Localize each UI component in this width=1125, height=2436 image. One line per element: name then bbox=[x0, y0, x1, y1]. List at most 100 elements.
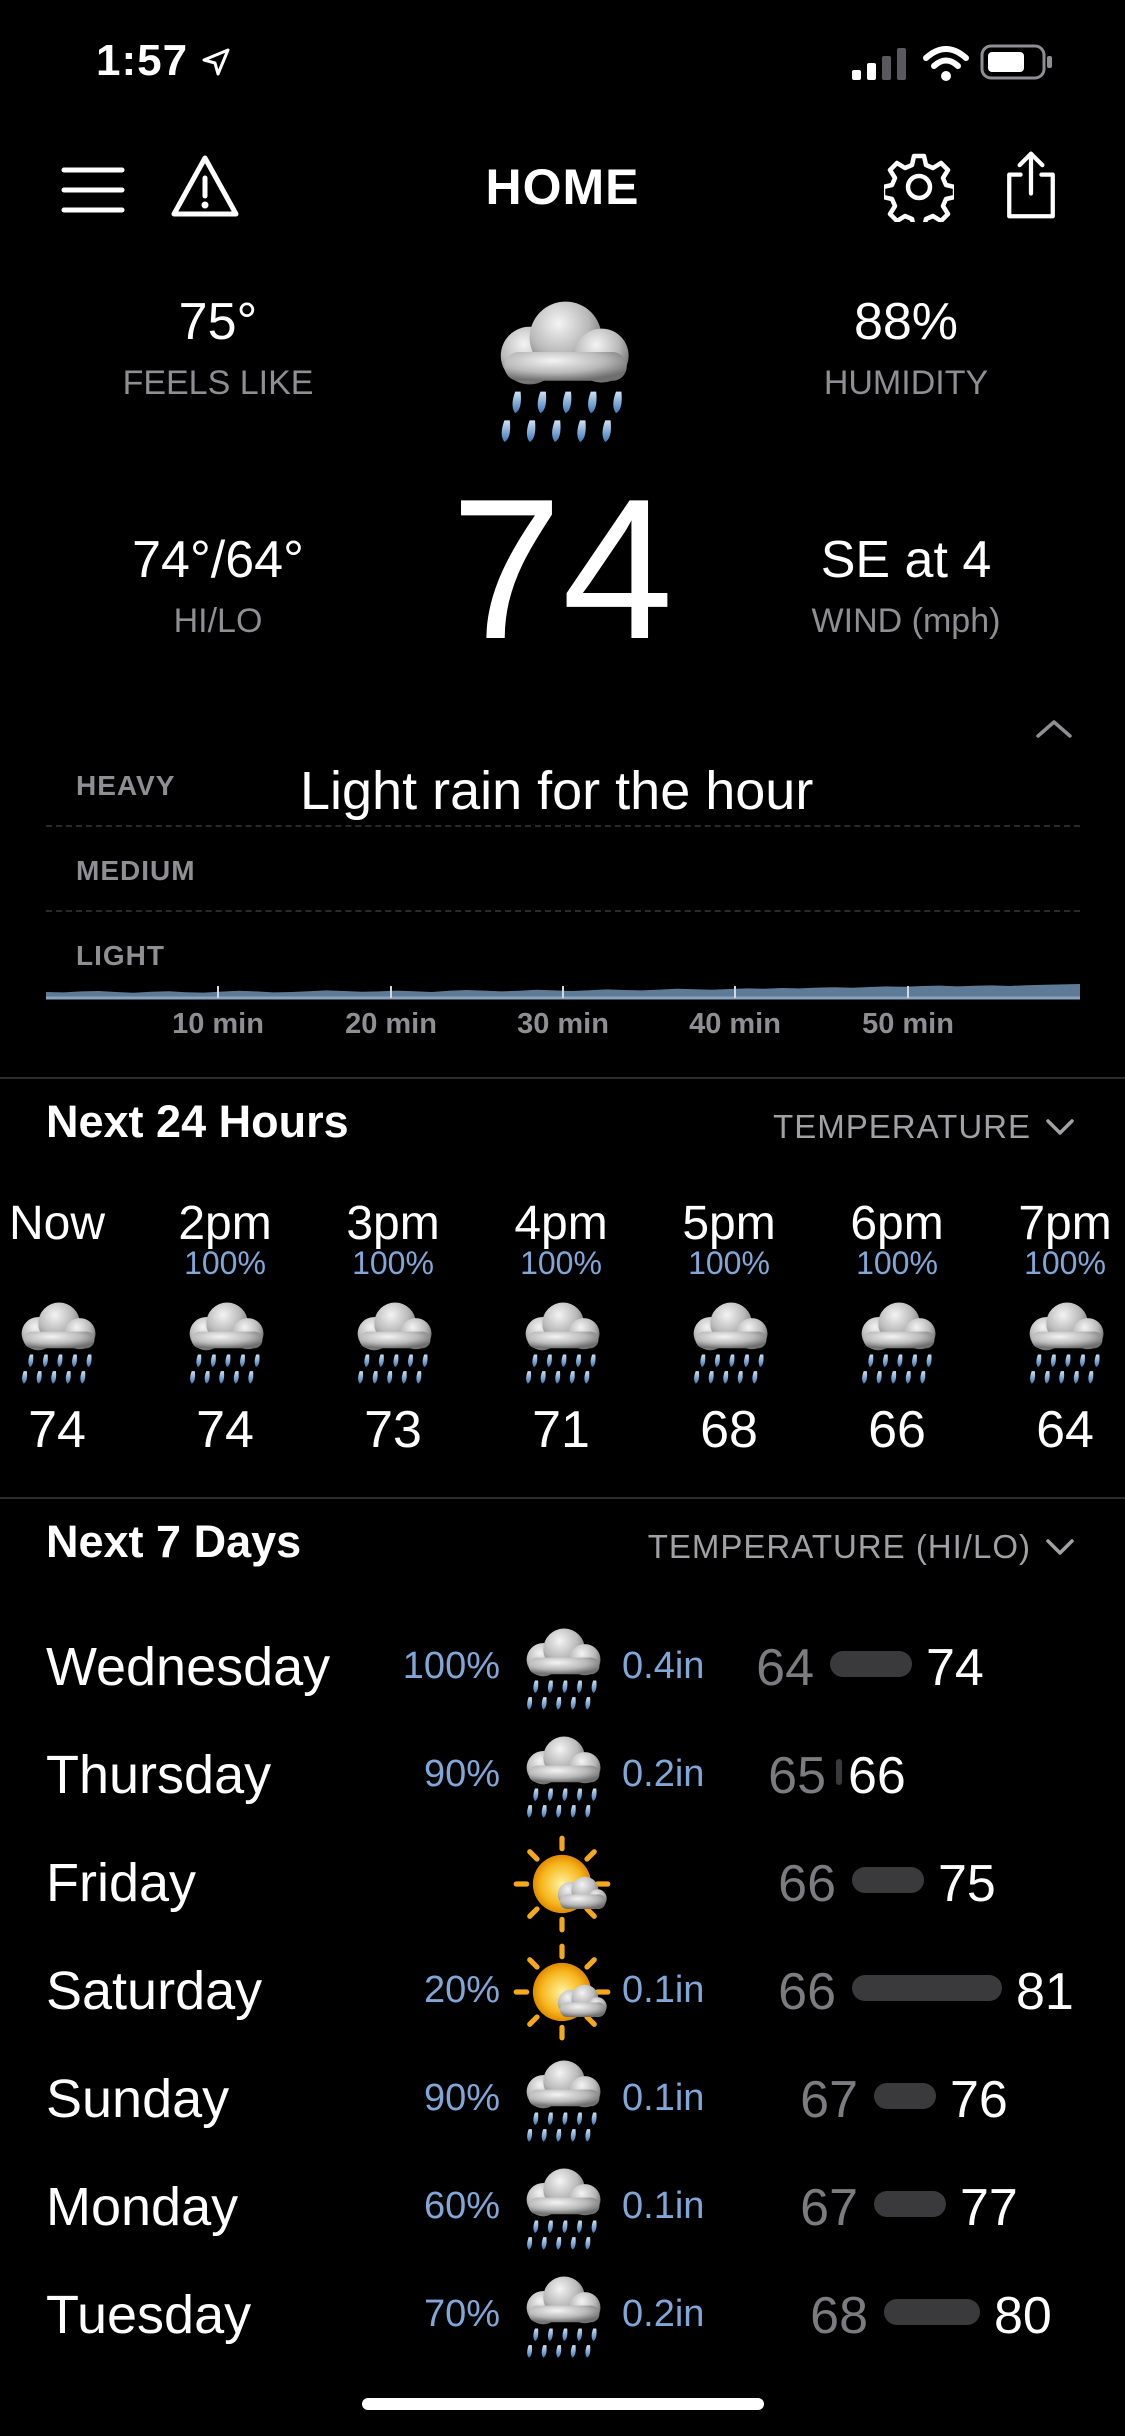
temp-range-bar bbox=[874, 2191, 946, 2217]
battery-icon bbox=[980, 44, 1052, 80]
hourly-item: 6pm 100% 66 bbox=[813, 1196, 981, 1460]
rain-cloud-icon bbox=[5, 1290, 109, 1394]
day-low: 65 bbox=[768, 1747, 826, 1805]
hour-time: 7pm bbox=[1018, 1197, 1112, 1250]
day-high: 76 bbox=[950, 2071, 1008, 2129]
temp-range-bar bbox=[830, 1651, 912, 1677]
share-icon[interactable] bbox=[996, 150, 1066, 220]
rain-cloud-icon bbox=[173, 1290, 277, 1394]
hour-precip-chance: 100% bbox=[1024, 1245, 1106, 1281]
home-indicator[interactable] bbox=[362, 2398, 764, 2410]
rain-cloud-icon bbox=[510, 2048, 614, 2152]
hour-temp: 71 bbox=[532, 1401, 590, 1459]
day-precip-amount: 0.2in bbox=[622, 2293, 705, 2335]
gear-icon[interactable] bbox=[884, 152, 954, 222]
day-name: Tuesday bbox=[46, 2285, 252, 2345]
rain-cloud-icon bbox=[509, 1290, 613, 1394]
hour-time: 6pm bbox=[850, 1197, 944, 1250]
rain-cloud-icon bbox=[452, 280, 672, 460]
humidity-value: 88% bbox=[853, 293, 959, 351]
chevron-down-icon bbox=[1046, 1539, 1074, 1555]
heavy-gridline bbox=[46, 825, 1080, 827]
temp-range-bar bbox=[852, 1867, 924, 1893]
hourly-item: Now 74 bbox=[0, 1196, 141, 1460]
day-precip-chance: 100% bbox=[402, 1645, 500, 1687]
daily-selector[interactable]: TEMPERATURE (HI/LO) bbox=[648, 1528, 1075, 1566]
rain-cloud-icon bbox=[341, 1290, 445, 1394]
day-low: 66 bbox=[778, 1855, 836, 1913]
temp-range-bar bbox=[852, 1975, 1002, 2001]
hourly-item: 5pm 100% 68 bbox=[645, 1196, 813, 1460]
tick-20-min: 20 min bbox=[345, 1008, 437, 1040]
partly-sunny-icon bbox=[510, 1940, 614, 2044]
day-low: 66 bbox=[778, 1963, 836, 2021]
rain-cloud-icon bbox=[845, 1290, 949, 1394]
chevron-down-icon bbox=[1046, 1119, 1074, 1135]
day-low: 67 bbox=[800, 2071, 858, 2129]
day-precip-chance: 60% bbox=[423, 2185, 500, 2227]
hour-precip-chance: 100% bbox=[688, 1245, 770, 1281]
day-low: 64 bbox=[756, 1639, 814, 1697]
hour-precip-chance: 100% bbox=[856, 1245, 938, 1281]
day-precip-chance: 90% bbox=[423, 2077, 500, 2119]
precip-area-chart bbox=[46, 984, 1080, 1000]
hilo-value: 74°/64° bbox=[132, 531, 304, 589]
temp-range-bar bbox=[874, 2083, 936, 2109]
hourly-selector-label: TEMPERATURE bbox=[773, 1108, 1031, 1145]
tick-10-min: 10 min bbox=[172, 1008, 264, 1040]
hour-time: Now bbox=[8, 1197, 106, 1250]
rain-cloud-icon bbox=[1013, 1290, 1117, 1394]
day-high: 75 bbox=[938, 1855, 996, 1913]
feels-like-label: FEELS LIKE bbox=[122, 364, 314, 402]
hour-temp: 73 bbox=[364, 1401, 422, 1459]
day-high: 74 bbox=[926, 1639, 984, 1697]
hour-temp: 68 bbox=[700, 1401, 758, 1459]
day-precip-chance: 70% bbox=[423, 2293, 500, 2335]
chevron-up-icon[interactable] bbox=[1034, 716, 1074, 740]
day-precip-chance: 20% bbox=[423, 1969, 500, 2011]
hour-temp: 66 bbox=[868, 1401, 926, 1459]
medium-gridline bbox=[46, 910, 1080, 912]
hour-precip-chance: 100% bbox=[520, 1245, 602, 1281]
day-high: 77 bbox=[960, 2179, 1018, 2237]
day-high: 80 bbox=[994, 2287, 1052, 2345]
wind-label: WIND (mph) bbox=[811, 602, 1001, 640]
hour-time: 4pm bbox=[514, 1197, 608, 1250]
tick-30-min: 30 min bbox=[517, 1008, 609, 1040]
hour-time: 3pm bbox=[346, 1197, 440, 1250]
day-precip-amount: 0.1in bbox=[622, 2077, 705, 2119]
hour-precip-chance: 100% bbox=[184, 1245, 266, 1281]
hourly-list[interactable]: Now 74 2pm 100% 74 3pm 100% 73 4pm 100% … bbox=[0, 1196, 1125, 1460]
hourly-item: 3pm 100% 73 bbox=[309, 1196, 477, 1460]
daily-selector-label: TEMPERATURE (HI/LO) bbox=[647, 1528, 1031, 1565]
section-divider bbox=[0, 1497, 1125, 1499]
temp-range-bar bbox=[836, 1759, 842, 1785]
day-high: 66 bbox=[848, 1747, 906, 1805]
hour-temp: 74 bbox=[196, 1401, 254, 1459]
day-name: Saturday bbox=[46, 1961, 263, 2021]
hourly-selector[interactable]: TEMPERATURE bbox=[773, 1108, 1075, 1146]
location-arrow-icon bbox=[202, 48, 230, 76]
day-precip-chance: 90% bbox=[423, 1753, 500, 1795]
day-low: 68 bbox=[810, 2287, 868, 2345]
day-precip-amount: 0.4in bbox=[622, 1645, 705, 1687]
wifi-icon bbox=[923, 46, 969, 81]
cellular-signal-icon bbox=[852, 48, 906, 80]
tick-50-min: 50 min bbox=[862, 1008, 954, 1040]
day-name: Wednesday bbox=[46, 1637, 331, 1697]
temp-range-bar bbox=[884, 2299, 980, 2325]
rain-cloud-icon bbox=[510, 1724, 614, 1828]
day-precip-amount: 0.1in bbox=[622, 1969, 705, 2011]
hourly-section-title: Next 24 Hours bbox=[46, 1096, 349, 1147]
partly-sunny-icon bbox=[510, 1832, 614, 1936]
tick-40-min: 40 min bbox=[689, 1008, 781, 1040]
humidity-label: HUMIDITY bbox=[823, 364, 989, 402]
wind-value: SE at 4 bbox=[820, 531, 992, 589]
hourly-item: 4pm 100% 71 bbox=[477, 1196, 645, 1460]
day-name: Thursday bbox=[46, 1745, 272, 1805]
precip-level-heavy: HEAVY bbox=[76, 770, 176, 801]
precip-summary: Light rain for the hour bbox=[300, 761, 814, 821]
section-divider bbox=[0, 1077, 1125, 1079]
rain-cloud-icon bbox=[510, 1616, 614, 1720]
hour-temp: 64 bbox=[1036, 1401, 1094, 1459]
